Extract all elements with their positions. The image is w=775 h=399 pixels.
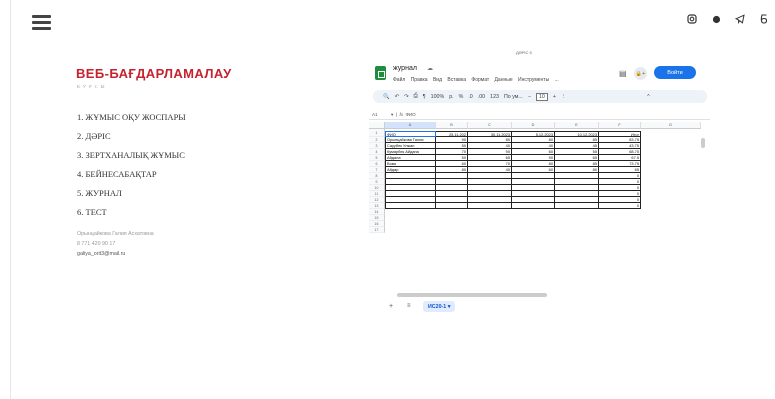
- sheets-menubar: Файл Правка Вид Вставка Формат Данные Ин…: [393, 77, 563, 83]
- menu-insert[interactable]: Вставка: [447, 77, 466, 83]
- menu-format[interactable]: Формат: [471, 77, 489, 83]
- search-icon[interactable]: 🔍: [383, 94, 390, 100]
- column-header-f[interactable]: F: [599, 122, 641, 129]
- vertical-scrollbar[interactable]: [701, 134, 705, 294]
- table-cell[interactable]: [436, 203, 468, 209]
- grid-corner[interactable]: [369, 122, 385, 129]
- menu-item-test[interactable]: 6. ТЕСТ: [77, 207, 186, 226]
- decrease-decimals-button[interactable]: .0: [468, 94, 472, 100]
- column-header-c[interactable]: C: [468, 122, 512, 129]
- font-select[interactable]: По ум...: [504, 94, 523, 100]
- course-menu: 1. ЖҰМЫС ОҚУ ЖОСПАРЫ 2. ДӘРІС 3. ЗЕРТХАН…: [77, 112, 186, 226]
- undo-icon[interactable]: ↶: [395, 94, 399, 100]
- formula-input[interactable]: ▾ | fx ФИО: [391, 112, 416, 118]
- document-name[interactable]: журнал: [393, 65, 417, 72]
- sheet-caption: ДӘРІС 5: [516, 50, 532, 55]
- paint-format-icon[interactable]: ¶: [423, 94, 426, 100]
- print-icon[interactable]: ⎙: [414, 93, 418, 100]
- table-cell[interactable]: 0: [599, 203, 641, 209]
- column-header-a[interactable]: A: [385, 122, 436, 129]
- sheets-logo-icon: [375, 66, 386, 80]
- site-title: ВЕБ-БАҒДАРЛАМАЛАУ: [76, 66, 232, 81]
- more-options-icon[interactable]: ⋮: [561, 94, 566, 100]
- table-cell[interactable]: [555, 203, 599, 209]
- all-sheets-icon[interactable]: ≡: [407, 303, 411, 309]
- cloud-status-icon: ☁: [427, 66, 433, 72]
- menu-file[interactable]: Файл: [393, 77, 405, 83]
- number-format-button[interactable]: 123: [490, 94, 499, 100]
- contact-phone: 8 771 420 90 17: [77, 241, 116, 247]
- menu-item-lectures[interactable]: 2. ДӘРІС: [77, 131, 186, 150]
- add-sheet-button[interactable]: +: [389, 303, 393, 310]
- menu-data[interactable]: Данные: [495, 77, 513, 83]
- instagram-icon[interactable]: [686, 13, 698, 25]
- row-header-17[interactable]: 17: [369, 227, 385, 233]
- increase-decimals-button[interactable]: .00: [478, 94, 485, 100]
- menu-item-journal[interactable]: 5. ЖУРНАЛ: [77, 188, 186, 207]
- cell-reference[interactable]: A1: [372, 112, 378, 117]
- formula-text: ФИО: [405, 112, 416, 117]
- menu-view[interactable]: Вид: [433, 77, 442, 83]
- menu-item-videos[interactable]: 4. БЕЙНЕСАБАҚТАР: [77, 169, 186, 188]
- sheets-toolbar: 🔍 ↶ ↷ ⎙ ¶ 100% р. % .0 .00 123 По ум... …: [373, 90, 707, 103]
- sheets-app-bar: журнал ☁ Файл Правка Вид Вставка Формат …: [369, 59, 710, 89]
- social-icons: [686, 13, 770, 25]
- table-cell[interactable]: [385, 203, 436, 209]
- signin-button[interactable]: Войти: [654, 66, 696, 79]
- sheet-tab-label: ИС20-1: [428, 303, 447, 310]
- letter-icon[interactable]: [758, 13, 770, 25]
- menu-item-plan[interactable]: 1. ЖҰМЫС ОҚУ ЖОСПАРЫ: [77, 112, 186, 131]
- comments-icon[interactable]: ▤: [619, 69, 627, 78]
- share-access-icon[interactable]: 🔒+: [634, 67, 647, 80]
- redo-icon[interactable]: ↷: [404, 94, 408, 100]
- menu-item-labs[interactable]: 3. ЗЕРТХАНАЛЫҚ ЖҰМЫС: [77, 150, 186, 169]
- contact-block: Орынцайкова Галия Асхатовна 8 771 420 90…: [77, 229, 154, 259]
- hamburger-menu-icon[interactable]: [32, 15, 51, 30]
- contact-email[interactable]: galiya_orit3@mail.ru: [77, 249, 154, 259]
- font-size-decrease-button[interactable]: −: [528, 94, 531, 100]
- row-header-1[interactable]: 1: [369, 129, 385, 137]
- contact-name: Орынцайкова Галия Асхатовна: [77, 231, 154, 237]
- formula-bar: A1 ▾ | fx ФИО: [369, 110, 710, 120]
- chevron-down-icon[interactable]: ▾: [448, 304, 451, 310]
- currency-format-button[interactable]: р.: [449, 94, 453, 100]
- telegram-icon[interactable]: [734, 13, 746, 25]
- collapse-toolbar-icon[interactable]: ^: [647, 94, 650, 100]
- circle-icon[interactable]: [710, 13, 722, 25]
- table-cell[interactable]: [468, 203, 512, 209]
- horizontal-scrollbar[interactable]: [391, 293, 701, 297]
- menu-tools[interactable]: Инструменты: [518, 77, 549, 83]
- font-size-input[interactable]: 10: [535, 92, 548, 101]
- sheet-tab-bar: + ≡ ИС20-1 ▾: [369, 300, 710, 314]
- site-subtitle: КУРСЫ: [77, 84, 108, 89]
- column-header-d[interactable]: D: [512, 122, 555, 129]
- percent-format-button[interactable]: %: [459, 94, 464, 100]
- column-header-e[interactable]: E: [555, 122, 599, 129]
- table-cell[interactable]: [512, 203, 555, 209]
- zoom-select[interactable]: 100%: [431, 94, 445, 100]
- column-header-b[interactable]: B: [436, 122, 468, 129]
- column-header-g[interactable]: G: [641, 122, 701, 129]
- sheet-tab-active[interactable]: ИС20-1 ▾: [423, 301, 456, 312]
- menu-more[interactable]: ...: [555, 77, 559, 83]
- spreadsheet-embed: ДӘРІС 5 журнал ☁ Файл Правка Вид Вставка…: [369, 46, 710, 318]
- font-size-increase-button[interactable]: +: [553, 94, 556, 100]
- left-border-line: [10, 0, 11, 399]
- menu-edit[interactable]: Правка: [411, 77, 428, 83]
